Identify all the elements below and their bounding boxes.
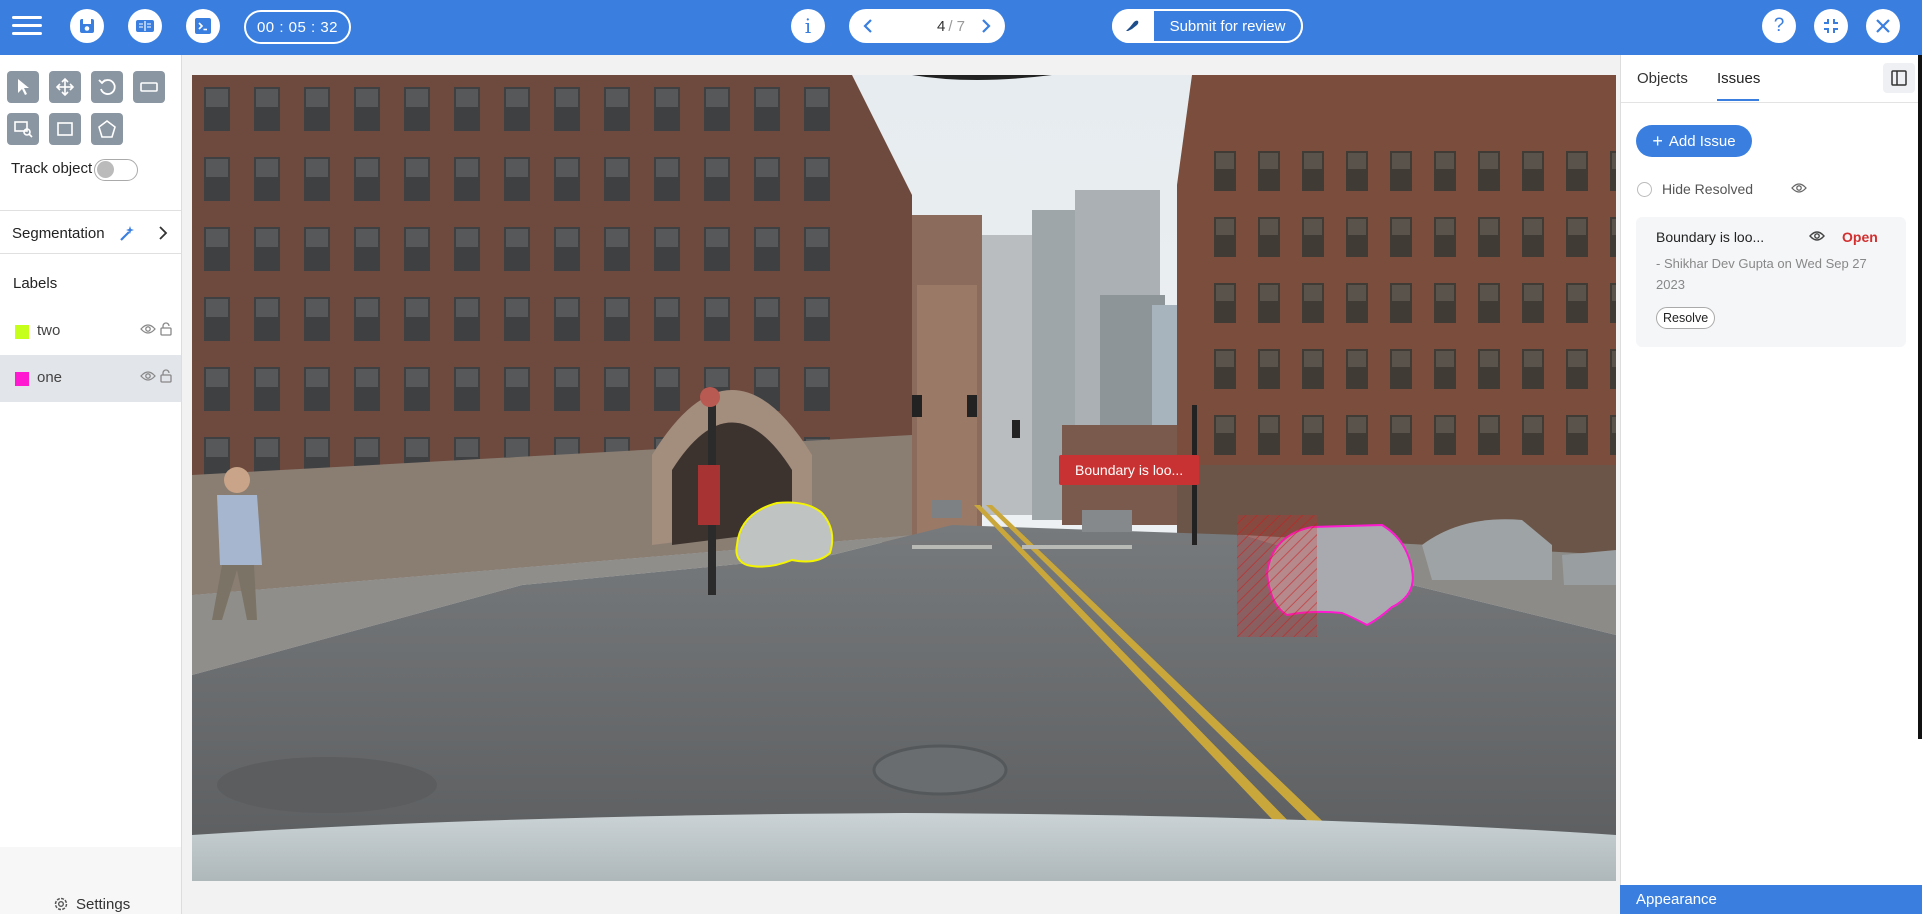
help-icon[interactable]: ? [1762,9,1796,43]
gear-icon [54,897,68,911]
collapse-panel-button[interactable] [1883,63,1915,93]
lock-open-icon[interactable] [160,369,172,383]
save-icon [80,19,94,33]
track-object-label: Track object [11,160,93,177]
save-button[interactable] [70,9,104,43]
street-scene-image [192,75,1616,881]
top-toolbar: 00 : 05 : 32 i 4 / 7 Submit for review ? [0,0,1922,55]
issue-card[interactable]: Boundary is loo... Open - Shikhar Dev Gu… [1636,217,1906,347]
segmentation-row[interactable]: Segmentation [0,213,181,253]
tab-objects[interactable]: Objects [1637,70,1688,87]
console-button[interactable] [186,9,220,43]
divider [0,253,181,254]
rotate-tool[interactable] [91,71,123,103]
issue-meta: - Shikhar Dev Gupta on Wed Sep 27 2023 [1656,256,1867,292]
settings-label: Settings [76,895,131,913]
plus-icon: + [1652,131,1663,151]
bounding-box-tool[interactable] [49,113,81,145]
eye-icon[interactable] [140,370,156,382]
right-panel: Objects Issues + Add Issue Hide Resolved… [1620,55,1922,914]
toggle-knob [97,161,114,178]
smart-select-tool[interactable] [7,113,39,145]
rectangle-rotated-tool[interactable] [133,71,165,103]
segmentation-label: Segmentation [12,224,105,242]
book-icon [136,20,154,32]
info-icon[interactable]: i [791,9,825,43]
settings-button[interactable]: Settings [52,895,130,913]
close-icon[interactable] [1866,9,1900,43]
issue-status[interactable]: Open [1842,229,1878,245]
lock-open-icon[interactable] [160,322,172,336]
select-tool[interactable] [7,71,39,103]
divider [0,210,181,211]
appearance-panel-header[interactable]: Appearance [1620,885,1922,914]
timer: 00 : 05 : 32 [244,10,351,44]
eye-icon[interactable] [1809,230,1825,242]
page-indicator[interactable]: 4 / 7 [889,9,965,43]
label-item-one[interactable]: one [0,355,181,402]
submit-label: Submit for review [1152,9,1303,43]
brush-icon [1112,9,1152,43]
issue-title: Boundary is loo... [1656,229,1765,245]
chevron-right-icon[interactable] [158,226,168,240]
magic-wand-icon[interactable] [118,225,136,243]
labels-title: Labels [13,275,58,292]
divider [1621,102,1922,103]
sidebar-icon [1891,70,1907,86]
chevron-left-icon[interactable] [853,9,883,43]
page-current[interactable]: 4 [937,18,945,35]
label-color-swatch [15,325,29,339]
rotate-icon [98,79,116,95]
eye-icon[interactable] [140,323,156,335]
square-icon [57,122,73,136]
pointer-icon [18,79,29,95]
scrollbar[interactable] [1918,55,1922,739]
add-issue-button[interactable]: + Add Issue [1636,125,1752,157]
annotation-canvas[interactable]: Boundary is loo... [192,75,1616,881]
tab-issues[interactable]: Issues [1717,70,1760,87]
move-icon [55,77,75,97]
page-total: / 7 [948,17,965,35]
active-tab-underline [1717,99,1759,101]
chevron-right-icon[interactable] [971,9,1001,43]
add-issue-label: Add Issue [1668,132,1736,150]
pentagon-icon [98,120,116,138]
eye-icon[interactable] [1791,182,1807,194]
move-tool[interactable] [49,71,81,103]
frame-pager: 4 / 7 [849,9,1005,43]
hide-resolved-row: Hide Resolved [1637,181,1753,197]
fullscreen-exit-icon[interactable] [1814,9,1848,43]
hide-resolved-radio[interactable] [1637,181,1652,197]
track-object-toggle[interactable] [94,159,138,181]
issue-tag[interactable]: Boundary is loo... [1059,455,1200,485]
rectangle-icon [140,82,158,92]
resolve-button[interactable]: Resolve [1656,307,1716,329]
label-color-swatch [15,372,29,386]
menu-icon[interactable] [10,12,44,40]
guide-button[interactable] [128,9,162,43]
label-name: two [37,322,61,339]
terminal-icon [195,18,211,34]
hide-resolved-label: Hide Resolved [1662,181,1754,197]
label-name: one [37,369,63,386]
label-item-two[interactable]: two [0,308,181,355]
left-panel: Track object Segmentation Labels two one… [0,55,182,914]
box-search-icon [14,121,33,138]
polygon-tool[interactable] [91,113,123,145]
submit-for-review-button[interactable]: Submit for review [1112,9,1303,43]
